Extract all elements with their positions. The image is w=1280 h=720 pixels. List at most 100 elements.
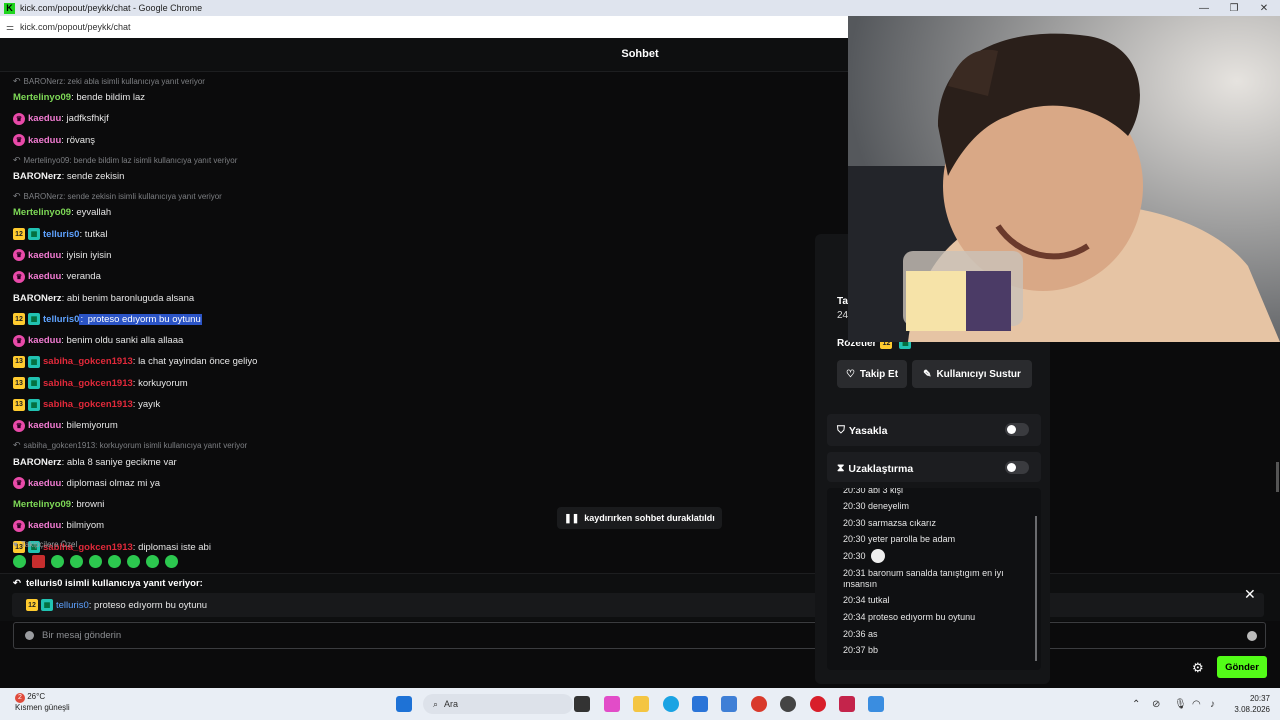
outlook-icon[interactable] xyxy=(721,696,737,712)
emote-icon[interactable] xyxy=(13,555,26,568)
emote-icon xyxy=(871,549,885,563)
chevron-up-icon[interactable]: ⌃ xyxy=(1132,699,1140,710)
taskbar-search[interactable]: ⌕ Ara xyxy=(423,694,573,714)
file-explorer-icon[interactable] xyxy=(633,696,649,712)
reply-context[interactable]: ↶ BARONerz: sende zekisin isimli kullanıc… xyxy=(13,191,813,202)
chat-message[interactable]: 13 ▦ sabiha_gokcen1913: yayık xyxy=(13,394,813,415)
chat-message[interactable]: ♛ kaeduu: veranda xyxy=(13,266,813,287)
chat-message[interactable]: 12 ▦ telluris0: proteso edıyorm bu oytunu xyxy=(13,309,813,330)
copilot-icon[interactable] xyxy=(604,696,620,712)
chat-message[interactable]: ♛ kaeduu: benim oldu sanki alla allaaa xyxy=(13,330,813,351)
reply-quote: 12 ▦ telluris0: proteso edıyorm bu oytun… xyxy=(12,593,1264,617)
reply-context[interactable]: ↶ sabiha_gokcen1913: korkuyorum isimli ku… xyxy=(13,440,813,451)
page-scrollbar[interactable] xyxy=(1276,462,1279,492)
ban-toggle[interactable] xyxy=(1005,423,1029,436)
chat-message[interactable]: ♛ kaeduu: iyisin iyisin xyxy=(13,245,813,266)
chat-username[interactable]: telluris0 xyxy=(43,314,79,325)
weather-widget[interactable]: 2 26°C Kısmen güneşli xyxy=(15,692,70,712)
chat-username[interactable]: telluris0 xyxy=(43,229,79,240)
emote-icon[interactable] xyxy=(165,555,178,568)
chat-message[interactable]: Mertelinyo09: eyvallah xyxy=(13,202,813,223)
maximize-button[interactable]: ❐ xyxy=(1220,0,1248,16)
emote-icon[interactable] xyxy=(146,555,159,568)
obs-icon[interactable] xyxy=(780,696,796,712)
emote-icon[interactable] xyxy=(32,555,45,568)
chat-username[interactable]: Mertelinyo09 xyxy=(13,499,71,510)
close-reply-icon[interactable]: ✕ xyxy=(1244,586,1256,603)
minimize-button[interactable]: — xyxy=(1190,0,1218,16)
app-icon[interactable] xyxy=(868,696,884,712)
chat-username[interactable]: BARONerz xyxy=(13,293,62,304)
edge-icon[interactable] xyxy=(663,696,679,712)
chat-username[interactable]: kaeduu xyxy=(28,520,61,531)
chrome-icon[interactable] xyxy=(751,696,767,712)
app-icon[interactable] xyxy=(810,696,826,712)
task-view-icon[interactable] xyxy=(574,696,590,712)
chat-message[interactable]: 12 ▦ telluris0: tutkal xyxy=(13,223,813,244)
chat-username[interactable]: kaeduu xyxy=(28,420,61,431)
chat-username[interactable]: Mertelinyo09 xyxy=(13,92,71,103)
timeout-toggle[interactable] xyxy=(1005,461,1029,474)
app-icon[interactable] xyxy=(839,696,855,712)
store-icon[interactable] xyxy=(692,696,708,712)
follow-button[interactable]: ♡ Takip Et xyxy=(837,360,907,388)
chat-message[interactable]: ♛ kaeduu: jadfksfhkjf xyxy=(13,108,813,129)
wifi-icon[interactable]: ◠ xyxy=(1192,699,1201,710)
chat-message[interactable]: BARONerz: sende zekisin xyxy=(13,166,813,187)
reply-context[interactable]: ↶ Mertelinyo09: bende bildim laz isimli k… xyxy=(13,155,813,166)
chat-message[interactable]: 13 ▦ sabiha_gokcen1913: la chat yayindan ö… xyxy=(13,351,813,372)
emote-icon[interactable] xyxy=(108,555,121,568)
timeout-row: ⧗ Uzaklaştırma xyxy=(827,452,1041,482)
close-window-button[interactable]: ✕ xyxy=(1250,0,1278,16)
chat-username[interactable]: BARONerz xyxy=(13,457,62,468)
chat-message[interactable]: ♛ kaeduu: diplomasi olmaz mi ya xyxy=(13,473,813,494)
shield-icon: ⛉ xyxy=(837,424,845,436)
chat-message[interactable]: Mertelinyo09: bende bildim laz xyxy=(13,87,813,108)
chat-username[interactable]: kaeduu xyxy=(28,250,61,261)
chat-message-input[interactable]: Bir mesaj gönderin xyxy=(13,622,1266,649)
site-settings-icon[interactable]: ⚌ xyxy=(0,22,20,33)
history-scrollbar[interactable] xyxy=(1035,516,1037,661)
windows-start-icon[interactable] xyxy=(396,696,412,712)
chat-username[interactable]: kaeduu xyxy=(28,335,61,346)
chat-message[interactable]: BARONerz: abla 8 saniye gecikme var xyxy=(13,451,813,472)
chat-message-list[interactable]: ↶ BARONerz: zeki abla isimli kullanıcıya … xyxy=(13,72,813,558)
emote-icon[interactable] xyxy=(70,555,83,568)
speaker-icon[interactable]: ♪ xyxy=(1210,699,1215,710)
ban-label: Yasakla xyxy=(848,424,888,437)
chat-message-text: eyvallah xyxy=(76,207,112,219)
emoji-picker-icon[interactable] xyxy=(1247,631,1257,641)
chat-username[interactable]: kaeduu xyxy=(28,135,61,146)
send-button[interactable]: Gönder xyxy=(1217,656,1267,678)
chat-username[interactable]: BARONerz xyxy=(13,171,62,182)
chat-username[interactable]: sabiha_gokcen1913 xyxy=(43,399,133,410)
chat-username[interactable]: sabiha_gokcen1913 xyxy=(43,378,133,389)
network-icon[interactable]: ⊘ xyxy=(1152,699,1160,710)
subscriber-badge: 13 xyxy=(13,355,25,368)
chat-message[interactable]: ♛ kaeduu: rövanş xyxy=(13,130,813,151)
emote-icon[interactable] xyxy=(89,555,102,568)
gear-icon[interactable]: ⚙ xyxy=(1192,660,1204,676)
chat-message[interactable]: 13 ▦ sabiha_gokcen1913: korkuyorum xyxy=(13,373,813,394)
mute-label: Kullanıcıyı Sustur xyxy=(936,368,1021,380)
chat-username[interactable]: kaeduu xyxy=(28,478,61,489)
history-message: 20:34 proteso edıyorm bu oytunu xyxy=(843,612,976,622)
chat-paused-notice[interactable]: ❚❚ kaydırırken sohbet duraklatıldı xyxy=(557,507,722,529)
chat-message[interactable]: BARONerz: abi benim baronluguda alsana xyxy=(13,287,813,308)
reply-context-text: sabiha_gokcen1913: korkuyorum isimli kul… xyxy=(23,441,248,451)
clock[interactable]: 20:37 3.08.2026 xyxy=(1232,693,1270,715)
chat-message[interactable]: ♛ kaeduu: bilemiyorum xyxy=(13,415,813,436)
chat-username[interactable]: sabiha_gokcen1913 xyxy=(43,356,133,367)
reply-context[interactable]: ↶ BARONerz: zeki abla isimli kullanıcıya … xyxy=(13,76,813,87)
webcam-image xyxy=(848,16,1280,342)
mute-user-button[interactable]: ✎ Kullanıcıyı Sustur xyxy=(912,360,1032,388)
chat-username[interactable]: kaeduu xyxy=(28,271,61,282)
chat-username[interactable]: kaeduu xyxy=(28,113,61,124)
emote-icon[interactable] xyxy=(127,555,140,568)
user-name-fragment: Ta xyxy=(837,296,848,307)
chat-username[interactable]: Mertelinyo09 xyxy=(13,207,71,218)
emote-icon[interactable] xyxy=(51,555,64,568)
microphone-icon[interactable]: 🎙 xyxy=(1174,699,1187,710)
user-message-history[interactable]: 20:30 abi 3 kişi 20:30 deneyelim 20:30 sar… xyxy=(827,488,1041,670)
reply-header: telluris0 isimli kullanıcıya yanıt veriy… xyxy=(25,578,203,589)
